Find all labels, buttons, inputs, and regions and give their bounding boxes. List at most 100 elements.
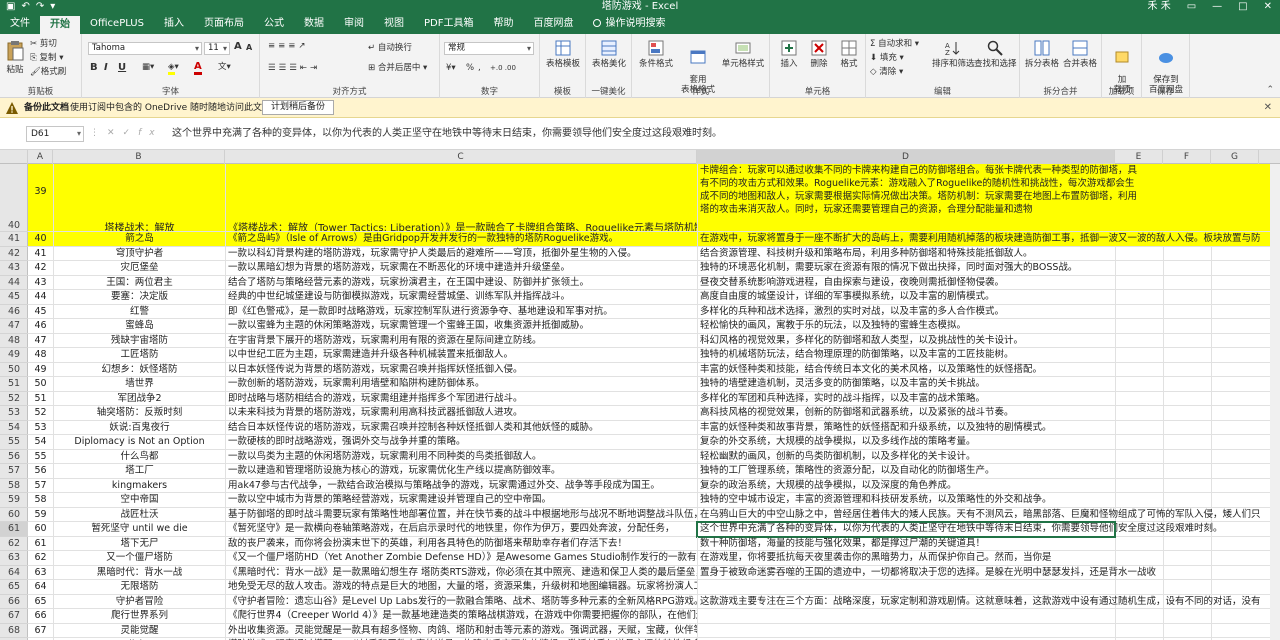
cell-d[interactable]: 复杂的政治系统，大规模的战争模拟，以及深度的角色养成。 [697, 478, 1280, 492]
cell-d[interactable]: 独特的工厂管理系统，策略性的资源分配，以及自动化的防御塔生产。 [697, 464, 1280, 478]
row-header[interactable]: 47 [0, 319, 28, 334]
cut-button[interactable]: ✂ 剪切 [30, 38, 57, 50]
cell-c[interactable]: 一款以蜜蜂为主题的休闲策略游戏，玩家需管理一个蜜蜂王国，收集资源并抵御威胁。 [225, 319, 697, 333]
cell-d[interactable]: 这个世界中充满了各种的变异体，以你为代表的人类正坚守在地铁中等待末日结束，你需要… [697, 522, 1280, 536]
cell-d[interactable]: 丰富的妖怪种类和技能，结合传统日本文化的美术风格，以及策略性的妖怪搭配。 [697, 362, 1280, 376]
cell-c[interactable]: 《暂死坚守》是一款横向卷轴策略游戏，在后启示录时代的地铁里，你作为伊万，要四处奔… [225, 522, 697, 536]
cell-b[interactable]: 什么鸟都 [53, 449, 225, 463]
cell-a[interactable]: 56 [28, 464, 53, 478]
cell-c[interactable]: 以中世纪工匠为主题，玩家需建造并升级各种机械装置来抵御敌人。 [225, 348, 697, 362]
cell-d[interactable] [697, 609, 1280, 623]
number-format-select[interactable]: 常规 [444, 42, 534, 55]
tab-pdf-tools[interactable]: PDF工具箱 [414, 14, 483, 34]
cell-a[interactable]: 55 [28, 450, 53, 464]
cell-d[interactable]: 独特的墙壁建造机制，灵活多变的防御策略，以及丰富的关卡挑战。 [697, 377, 1280, 391]
cell-d[interactable]: 结合资源管理、科技树升级和策略布局，利用多种防御塔和特殊技能抵御敌人。 [697, 246, 1280, 260]
table-beautify-button[interactable]: 表格美化 [590, 40, 628, 69]
delete-cells-button[interactable]: 删除 [806, 40, 832, 69]
tab-insert[interactable]: 插入 [154, 14, 194, 34]
comma-button[interactable]: , [478, 62, 481, 74]
cell-c[interactable]: 《又一个僵尸塔防HD（Yet Another Zombie Defense HD… [225, 551, 697, 565]
cell-a[interactable]: 58 [28, 493, 53, 507]
cell-style-button[interactable]: 单元格样式 [720, 40, 766, 69]
cell-c[interactable]: 以日本妖怪传说为背景的塔防游戏，玩家需召唤并指挥妖怪抵御入侵。 [225, 362, 697, 376]
column-header-c[interactable]: C [225, 150, 697, 164]
tab-home[interactable]: 开始 [40, 16, 80, 34]
cell-b[interactable]: 幻想乡：妖怪塔防 [53, 362, 225, 376]
insert-cells-button[interactable]: 插入 [776, 40, 802, 69]
cell-a[interactable]: 67 [28, 624, 53, 638]
cell-d[interactable]: 轻松愉快的画风，寓教于乐的玩法，以及独特的蜜蜂生态模拟。 [697, 319, 1280, 333]
cell-c[interactable]: 经典的中世纪城堡建设与防御模拟游戏，玩家需经营城堡、训练军队并指挥战斗。 [225, 290, 697, 304]
close-icon[interactable]: ✕ [1256, 0, 1280, 14]
worksheet-grid[interactable]: 39 塔楼战术：解放 《塔楼战术：解放（Tower Tactics: Liberat… [28, 164, 1280, 640]
cell-c[interactable]: 一款以空中城市为背景的策略经营游戏，玩家需建设并管理自己的空中帝国。 [225, 493, 697, 507]
cell-d[interactable]: 多样化的兵种和战术选择，激烈的实时对战，以及丰富的多人合作模式。 [697, 304, 1280, 318]
font-size-select[interactable]: 11 [204, 42, 230, 55]
cell-b[interactable]: 王国：两位君主 [53, 275, 225, 289]
row-header[interactable]: 61 [0, 522, 28, 537]
vertical-scrollbar[interactable] [1270, 164, 1280, 640]
cell-a[interactable]: 41 [28, 247, 53, 261]
cell-b[interactable]: 暂死坚守 until we die [53, 522, 225, 536]
cell-b[interactable]: 灾厄堡垒 [53, 261, 225, 275]
cell-d[interactable]: 独特的机械塔防玩法，结合物理原理的防御策略，以及丰富的工匠技能树。 [697, 348, 1280, 362]
formula-input[interactable]: 这个世界中充满了各种的变异体，以你为代表的人类正坚守在地铁中等待末日结束，你需要… [160, 126, 1272, 142]
cell-c[interactable]: 一款以黑暗幻想为背景的塔防游戏，玩家需在不断恶化的环境中建造并升级堡垒。 [225, 261, 697, 275]
wrap-text-button[interactable]: ↵ 自动换行 [368, 42, 412, 54]
row-header[interactable]: 41 [0, 232, 28, 247]
underline-button[interactable]: U [118, 62, 126, 73]
paste-button[interactable]: 粘贴 [4, 40, 26, 75]
cell-b[interactable]: 塔下无尸 [53, 536, 225, 550]
tab-view[interactable]: 视图 [374, 14, 414, 34]
cell-c[interactable]: 一款以建造和管理塔防设施为核心的游戏，玩家需优化生产线以提高防御效率。 [225, 464, 697, 478]
cell-d[interactable]: 轻松幽默的画风，创新的鸟类防御机制，以及多样化的关卡设计。 [697, 449, 1280, 463]
cell-a[interactable]: 45 [28, 305, 53, 319]
cell-a[interactable]: 43 [28, 276, 53, 290]
font-name-select[interactable]: Tahoma [88, 42, 202, 55]
row-header[interactable]: 53 [0, 406, 28, 421]
tab-baidu-pan[interactable]: 百度网盘 [523, 14, 583, 34]
cell-b[interactable]: 轴突塔防：反叛时刻 [53, 406, 225, 420]
fill-button[interactable]: ⬇ 填充 ▾ [870, 52, 904, 64]
cell-c[interactable]: 基于防御塔的即时战斗需要玩家有策略性地部署位置，并在快节奏的战斗中根据地形与战况… [225, 507, 697, 521]
row-header[interactable]: 45 [0, 290, 28, 305]
percent-button[interactable]: % [466, 62, 474, 74]
cell-d[interactable]: 高科技风格的视觉效果，创新的防御塔和武器系统，以及紧张的战斗节奏。 [697, 406, 1280, 420]
cell-c[interactable]: 在宇宙背景下展开的塔防游戏，玩家需利用有限的资源在星际间建立防线。 [225, 333, 697, 347]
cell-c[interactable]: 《塔楼战术：解放（Tower Tactics: Liberation）》是一款融… [225, 164, 697, 231]
tab-page-layout[interactable]: 页面布局 [194, 14, 254, 34]
cell-a[interactable]: 44 [28, 290, 53, 304]
ribbon-display-icon[interactable]: ▭ [1179, 0, 1204, 14]
cell-b[interactable]: 军团战争2 [53, 391, 225, 405]
cell-c[interactable]: 一款以鸟类为主题的休闲塔防游戏，玩家需利用不同种类的鸟类抵御敌人。 [225, 449, 697, 463]
cell-a[interactable]: 39 [28, 164, 53, 231]
cell-b[interactable]: 穹顶守护者 [53, 246, 225, 260]
enter-icon[interactable]: ✓ [123, 128, 139, 138]
cell-a[interactable]: 52 [28, 406, 53, 420]
cell-d[interactable] [697, 580, 1280, 594]
cell-a[interactable]: 65 [28, 595, 53, 609]
name-box[interactable]: D61 [26, 126, 84, 142]
horizontal-align-buttons[interactable]: ☰☰☰⇤⇥ [268, 62, 320, 74]
tab-data[interactable]: 数据 [294, 14, 334, 34]
cell-b[interactable]: 爬行世界系列 [53, 609, 225, 623]
cell-c[interactable]: 敌的丧尸袭来，而你将会扮演末世下的英雄，利用各具特色的防御塔来帮助幸存者们存活下… [225, 536, 697, 550]
row-header[interactable]: 59 [0, 493, 28, 508]
tab-formulas[interactable]: 公式 [254, 14, 294, 34]
copy-button[interactable]: ⎘ 复制 ▾ [30, 52, 63, 64]
cell-c[interactable]: 一款硬核的即时战略游戏，强调外交与战争并重的策略。 [225, 435, 697, 449]
cell-b[interactable]: 无限塔防 [53, 580, 225, 594]
close-icon[interactable]: ✕ [1264, 98, 1272, 118]
column-header-b[interactable]: B [53, 150, 225, 164]
cell-a[interactable]: 57 [28, 479, 53, 493]
cell-b[interactable]: 要塞：决定版 [53, 290, 225, 304]
cell-b[interactable]: 塔工厂 [53, 464, 225, 478]
currency-button[interactable]: ¥▾ [446, 62, 456, 74]
cell-c[interactable]: 即时战略与塔防相结合的游戏，玩家需组建并指挥多个军团进行战斗。 [225, 391, 697, 405]
row-header[interactable]: 52 [0, 392, 28, 406]
cell-b[interactable]: 红警 [53, 304, 225, 318]
cell-d[interactable]: 数十种防御塔，海量的技能与强化效果，都是撑过尸潮的关键道具！ [697, 536, 1280, 550]
cell-b[interactable]: 空中帝国 [53, 493, 225, 507]
cell-c[interactable]: 结合了塔防与策略经营元素的游戏，玩家扮演君主，在王国中建设、防御并扩张领土。 [225, 275, 697, 289]
